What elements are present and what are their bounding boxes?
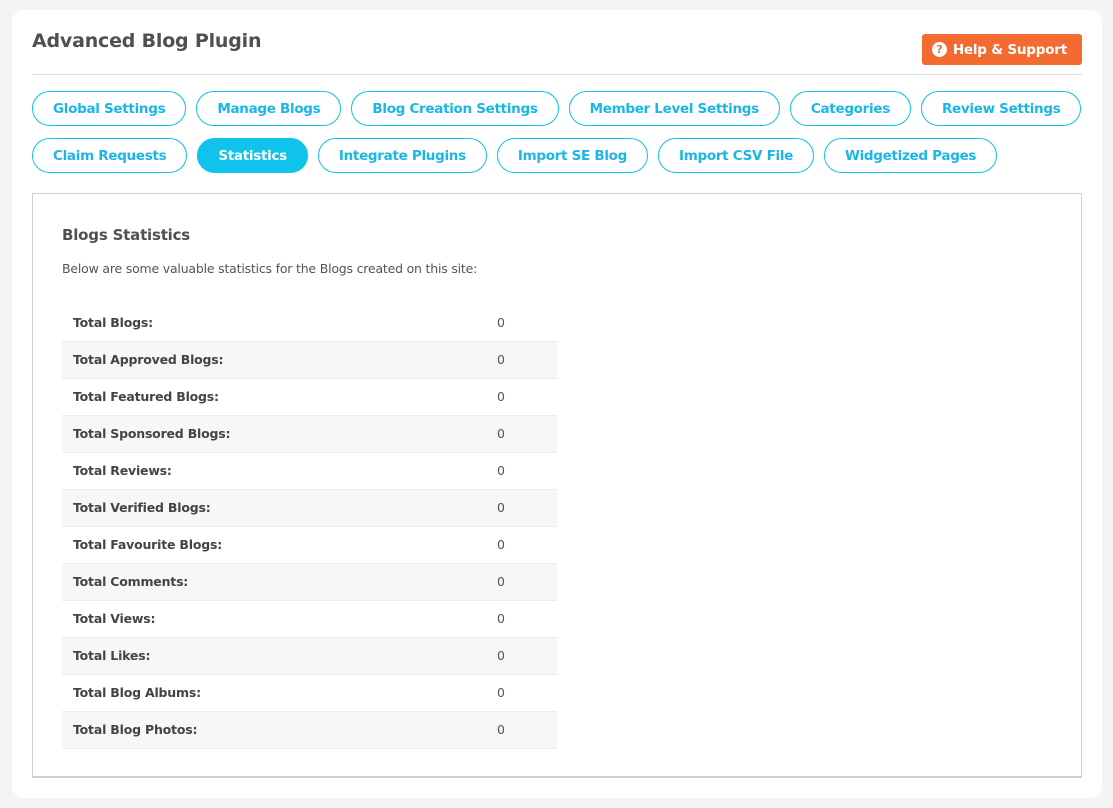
- stat-value: 0: [497, 489, 557, 527]
- stat-value: 0: [497, 563, 557, 601]
- stat-value: 0: [497, 378, 557, 416]
- stat-value: 0: [497, 415, 557, 453]
- stat-label: Total Favourite Blogs:: [62, 526, 497, 564]
- help-support-button[interactable]: ? Help & Support: [921, 34, 1082, 65]
- page-title: Advanced Blog Plugin: [32, 30, 262, 52]
- stat-label: Total Views:: [62, 600, 497, 638]
- stat-label: Total Approved Blogs:: [62, 341, 497, 379]
- stat-value: 0: [497, 304, 557, 342]
- stat-label: Total Verified Blogs:: [62, 489, 497, 527]
- tab-member-level-settings[interactable]: Member Level Settings: [568, 91, 780, 126]
- help-support-label: Help & Support: [952, 41, 1067, 58]
- stat-label: Total Blog Photos:: [62, 711, 497, 749]
- statistics-panel: Blogs Statistics Below are some valuable…: [32, 193, 1082, 778]
- stat-label: Total Reviews:: [62, 452, 497, 490]
- table-row: Total Favourite Blogs: 0: [62, 526, 557, 564]
- table-row: Total Views: 0: [62, 600, 557, 638]
- table-row: Total Sponsored Blogs: 0: [62, 415, 557, 453]
- tab-import-se-blog[interactable]: Import SE Blog: [496, 138, 648, 173]
- tab-review-settings[interactable]: Review Settings: [920, 91, 1082, 126]
- tab-claim-requests[interactable]: Claim Requests: [32, 138, 188, 173]
- tab-global-settings[interactable]: Global Settings: [32, 91, 187, 126]
- statistics-table: Total Blogs: 0 Total Approved Blogs: 0 Tot…: [62, 304, 557, 749]
- tab-bar: Global Settings Manage Blogs Blog Creati…: [32, 91, 1092, 173]
- page-header: Advanced Blog Plugin ? Help & Support: [32, 10, 1082, 75]
- tab-categories[interactable]: Categories: [789, 91, 911, 126]
- stat-value: 0: [497, 711, 557, 749]
- stat-label: Total Likes:: [62, 637, 497, 675]
- stat-value: 0: [497, 526, 557, 564]
- panel-description: Below are some valuable statistics for t…: [62, 261, 478, 276]
- table-row: Total Blog Albums: 0: [62, 674, 557, 712]
- stat-label: Total Comments:: [62, 563, 497, 601]
- table-row: Total Reviews: 0: [62, 452, 557, 490]
- stat-label: Total Featured Blogs:: [62, 378, 497, 416]
- panel-title: Blogs Statistics: [62, 226, 191, 244]
- table-row: Total Comments: 0: [62, 563, 557, 601]
- stat-label: Total Sponsored Blogs:: [62, 415, 497, 453]
- table-row: Total Verified Blogs: 0: [62, 489, 557, 527]
- tab-widgetized-pages[interactable]: Widgetized Pages: [824, 138, 998, 173]
- stat-value: 0: [497, 637, 557, 675]
- tab-blog-creation-settings[interactable]: Blog Creation Settings: [351, 91, 559, 126]
- tab-manage-blogs[interactable]: Manage Blogs: [196, 91, 342, 126]
- question-circle-icon: ?: [931, 42, 947, 57]
- tab-import-csv-file[interactable]: Import CSV File: [658, 138, 815, 173]
- stat-value: 0: [497, 452, 557, 490]
- table-row: Total Blogs: 0: [62, 304, 557, 342]
- stat-value: 0: [497, 674, 557, 712]
- table-row: Total Featured Blogs: 0: [62, 378, 557, 416]
- stat-label: Total Blog Albums:: [62, 674, 497, 712]
- table-row: Total Likes: 0: [62, 637, 557, 675]
- tab-statistics[interactable]: Statistics: [197, 138, 308, 173]
- stat-label: Total Blogs:: [62, 304, 497, 342]
- main-card: Advanced Blog Plugin ? Help & Support Gl…: [12, 10, 1102, 798]
- table-row: Total Blog Photos: 0: [62, 711, 557, 749]
- stat-value: 0: [497, 600, 557, 638]
- tab-integrate-plugins[interactable]: Integrate Plugins: [317, 138, 487, 173]
- table-row: Total Approved Blogs: 0: [62, 341, 557, 379]
- stat-value: 0: [497, 341, 557, 379]
